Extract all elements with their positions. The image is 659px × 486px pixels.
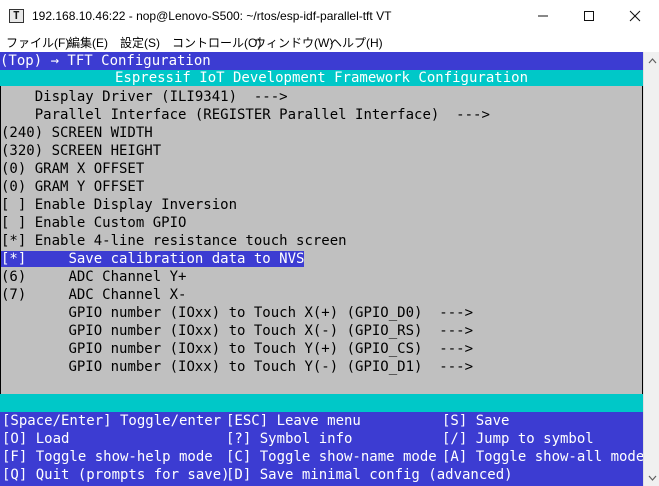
help-show-name: [C] Toggle show-name mode <box>226 449 437 465</box>
menu-item-gram-y-offset[interactable]: (0) GRAM Y OFFSET <box>1 178 643 196</box>
terminal-screen[interactable]: (Top) → TFT Configuration Espressif IoT … <box>0 52 643 486</box>
header-title: Espressif IoT Development Framework Conf… <box>0 70 643 86</box>
menu-item-display-driver[interactable]: Display Driver (ILI9341) ---> <box>1 88 643 106</box>
menu-item-custom-gpio[interactable]: [ ] Enable Custom GPIO <box>1 214 643 232</box>
minimize-icon <box>538 15 548 17</box>
menu-item-display-inversion[interactable]: [ ] Enable Display Inversion <box>1 196 643 214</box>
menu-item-gpio-touch-x-minus[interactable]: GPIO number (IOxx) to Touch X(-) (GPIO_R… <box>1 322 643 340</box>
help-save: [S] Save <box>442 413 510 429</box>
help-line: [O] Load [?] Symbol info [/] Jump to sym… <box>0 430 643 448</box>
minimize-button[interactable] <box>520 0 566 32</box>
terminal-app-icon[interactable] <box>9 9 24 23</box>
help-show-all: [A] Toggle show-all mode <box>442 449 643 465</box>
menu-control[interactable]: コントロール(O) <box>172 34 261 51</box>
close-button[interactable] <box>612 0 658 32</box>
menu-item-parallel-interface[interactable]: Parallel Interface (REGISTER Parallel In… <box>1 106 643 124</box>
menu-item-screen-width[interactable]: (240) SCREEN WIDTH <box>1 124 643 142</box>
menu-item-screen-height[interactable]: (320) SCREEN HEIGHT <box>1 142 643 160</box>
menu-item-adc-channel-x[interactable]: (7) ADC Channel X- <box>1 286 643 304</box>
maximize-icon <box>584 11 594 21</box>
menu-item-gram-x-offset[interactable]: (0) GRAM X OFFSET <box>1 160 643 178</box>
help-line: [Space/Enter] Toggle/enter [ESC] Leave m… <box>0 412 643 430</box>
breadcrumb: (Top) → TFT Configuration <box>0 52 643 70</box>
menu-settings[interactable]: 設定(S) <box>120 34 160 51</box>
menu-item-save-calibration[interactable]: [*] Save calibration data to NVS <box>1 250 643 268</box>
help-jump-symbol: [/] Jump to symbol <box>442 431 594 447</box>
menu-item-touch-screen[interactable]: [*] Enable 4-line resistance touch scree… <box>1 232 643 250</box>
arrow-down-icon <box>648 475 656 481</box>
help-separator <box>0 394 643 412</box>
help-quit: [Q] Quit (prompts for save) <box>2 467 230 483</box>
menu-help[interactable]: ヘルプ(H) <box>330 34 383 51</box>
arrow-up-icon <box>648 57 656 63</box>
help-symbol-info: [?] Symbol info <box>226 431 353 447</box>
window-titlebar: 192.168.10.46:22 - nop@Lenovo-S500: ~/rt… <box>0 0 659 32</box>
menu-edit[interactable]: 編集(E) <box>68 34 108 51</box>
vertical-scrollbar[interactable] <box>643 52 659 486</box>
menu-file[interactable]: ファイル(F) <box>6 34 69 51</box>
menu-list: Display Driver (ILI9341) ---> Parallel I… <box>0 86 643 394</box>
help-load: [O] Load <box>2 431 70 447</box>
help-show-help: [F] Toggle show-help mode <box>2 449 213 465</box>
menu-item-gpio-touch-x-plus[interactable]: GPIO number (IOxx) to Touch X(+) (GPIO_D… <box>1 304 643 322</box>
menu-window[interactable]: ウィンドウ(W) <box>254 34 333 51</box>
window-title: 192.168.10.46:22 - nop@Lenovo-S500: ~/rt… <box>32 9 392 23</box>
maximize-button[interactable] <box>566 0 612 32</box>
help-toggle-enter: [Space/Enter] Toggle/enter <box>2 413 222 429</box>
menu-item-gpio-touch-y-plus[interactable]: GPIO number (IOxx) to Touch Y(+) (GPIO_C… <box>1 340 643 358</box>
help-panel: [Space/Enter] Toggle/enter [ESC] Leave m… <box>0 412 643 486</box>
scroll-up-button[interactable] <box>644 52 659 69</box>
close-icon <box>629 10 641 22</box>
scroll-down-button[interactable] <box>644 469 659 486</box>
menu-item-gpio-touch-y-minus[interactable]: GPIO number (IOxx) to Touch Y(-) (GPIO_D… <box>1 358 643 376</box>
help-save-minimal: [D] Save minimal config (advanced) <box>226 467 513 483</box>
help-leave-menu: [ESC] Leave menu <box>226 413 361 429</box>
help-line: [F] Toggle show-help mode [C] Toggle sho… <box>0 448 643 466</box>
menubar: ファイル(F) 編集(E) 設定(S) コントロール(O) ウィンドウ(W) ヘ… <box>0 32 659 52</box>
help-line: [Q] Quit (prompts for save) [D] Save min… <box>0 466 643 484</box>
menu-item-adc-channel-y[interactable]: (6) ADC Channel Y+ <box>1 268 643 286</box>
